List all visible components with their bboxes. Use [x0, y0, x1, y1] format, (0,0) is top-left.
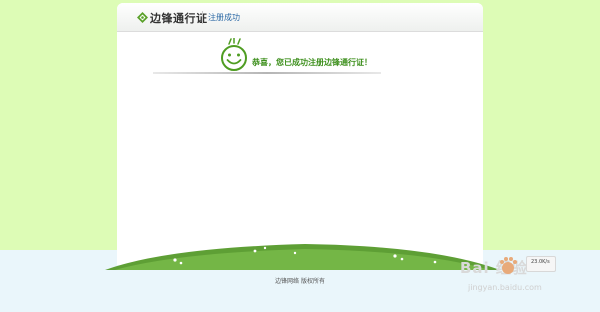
speed-widget: 23.0K/s: [526, 256, 556, 272]
brand-title: 边锋通行证: [150, 12, 208, 25]
main-card: 边锋通行证 注册成功 恭喜，您已成功注册边锋通行证！: [117, 3, 483, 265]
speed-value: 23.0K/s: [531, 259, 550, 265]
step-label: 注册成功: [208, 13, 240, 22]
card-header: 边锋通行证 注册成功: [117, 3, 483, 32]
success-message: 恭喜，您已成功注册边锋通行证！: [252, 58, 372, 67]
smiley-face-icon: [221, 38, 247, 71]
baidu-paw-icon: [500, 257, 517, 274]
grass-decoration: [105, 244, 500, 270]
diamond-logo-icon: [137, 12, 148, 23]
message-underline: [153, 72, 381, 74]
header-divider: [202, 11, 203, 24]
watermark-url: jingyan.baidu.com: [468, 283, 542, 292]
